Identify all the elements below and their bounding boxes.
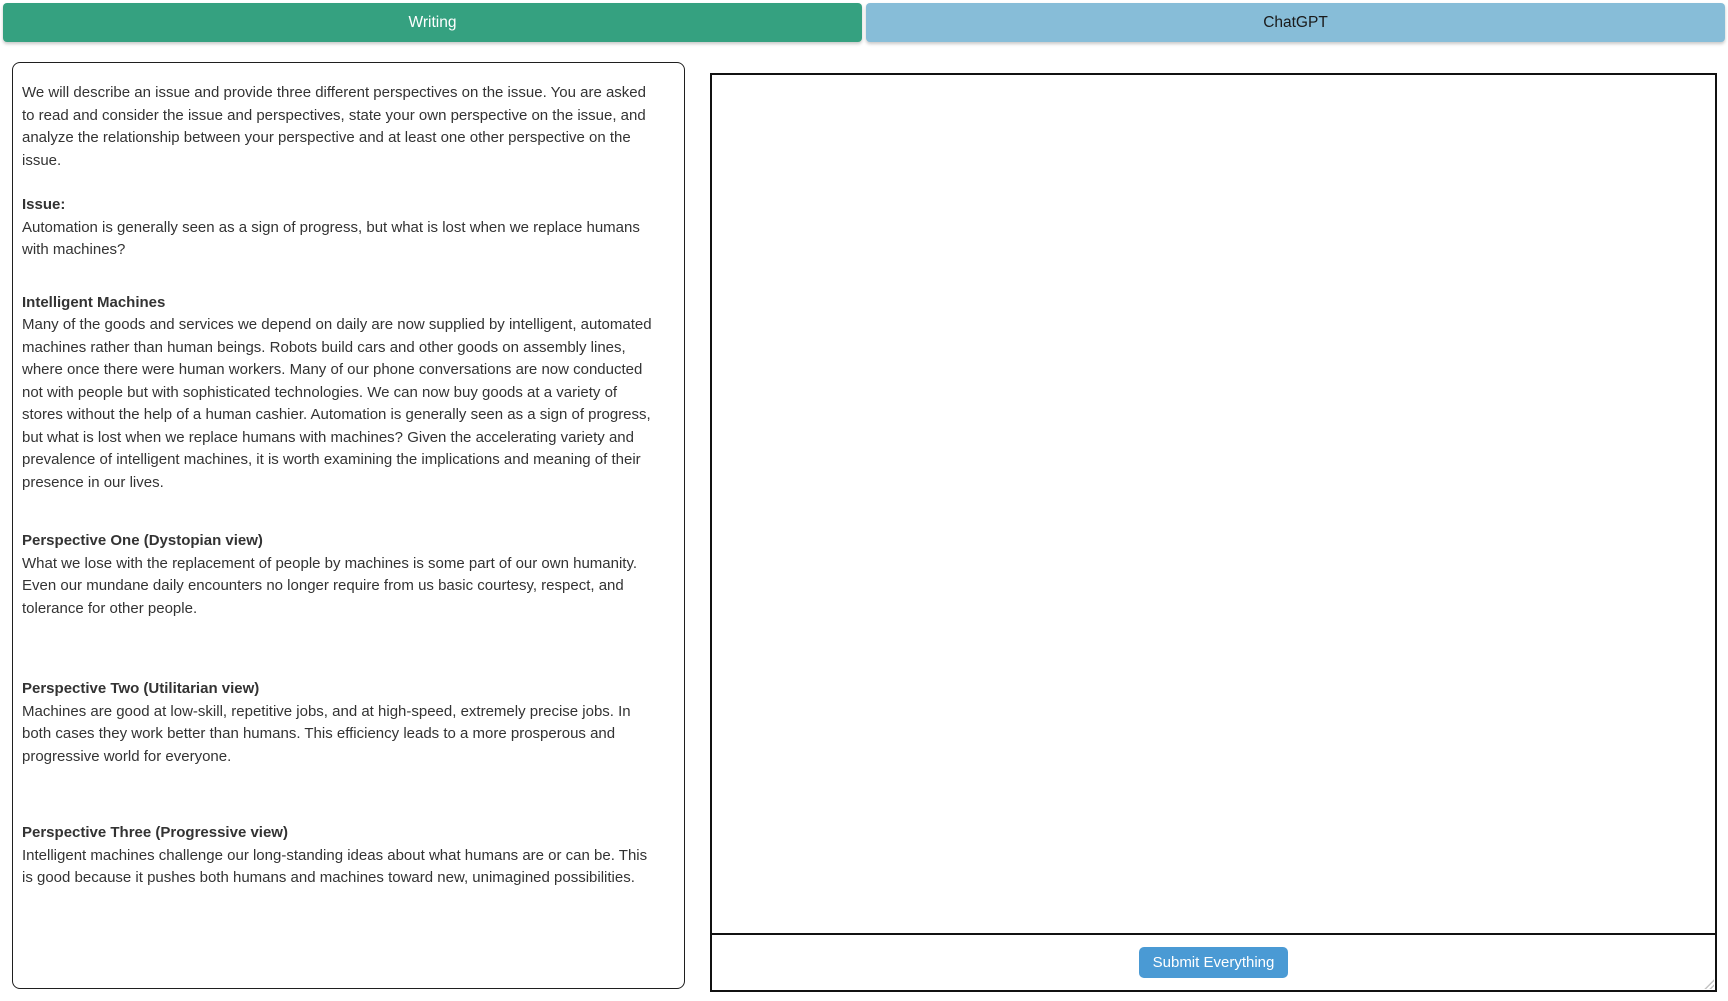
tab-writing[interactable]: Writing <box>3 3 862 42</box>
prompt-panel: We will describe an issue and provide th… <box>12 62 685 989</box>
section-perspective-one: Perspective One (Dystopian view) What we… <box>22 530 654 620</box>
section-intelligent-machines-heading: Intelligent Machines <box>22 293 166 311</box>
resize-grip-icon[interactable] <box>1704 979 1714 989</box>
section-perspective-two-heading: Perspective Two (Utilitarian view) <box>22 680 260 697</box>
answer-panel: Submit Everything <box>710 73 1717 992</box>
prompt-intro-paragraph: We will describe an issue and provide th… <box>22 84 646 169</box>
section-issue-heading: Issue: <box>22 196 66 213</box>
section-issue-body: Automation is generally seen as a sign o… <box>22 218 640 259</box>
section-issue: Issue: Automation is generally seen as a… <box>22 194 654 262</box>
tab-chatgpt[interactable]: ChatGPT <box>866 3 1725 42</box>
section-intelligent-machines: Intelligent Machines Many of the goods a… <box>22 292 654 495</box>
tab-bar: Writing ChatGPT <box>3 3 1725 42</box>
section-perspective-two: Perspective Two (Utilitarian view) Machi… <box>22 678 654 768</box>
section-perspective-three: Perspective Three (Progressive view) Int… <box>22 822 654 890</box>
section-perspective-one-heading: Perspective One (Dystopian view) <box>22 532 263 549</box>
section-perspective-three-body: Intelligent machines challenge our long-… <box>22 846 648 887</box>
essay-textarea[interactable] <box>712 75 1715 933</box>
section-perspective-three-heading: Perspective Three (Progressive view) <box>22 824 288 841</box>
submit-everything-button[interactable]: Submit Everything <box>1138 947 1289 978</box>
section-intelligent-machines-body: Many of the goods and services we depend… <box>22 316 652 491</box>
section-perspective-one-body: What we lose with the replacement of peo… <box>22 554 638 617</box>
answer-footer: Submit Everything <box>712 933 1715 990</box>
section-perspective-two-body: Machines are good at low-skill, repetiti… <box>22 702 631 765</box>
